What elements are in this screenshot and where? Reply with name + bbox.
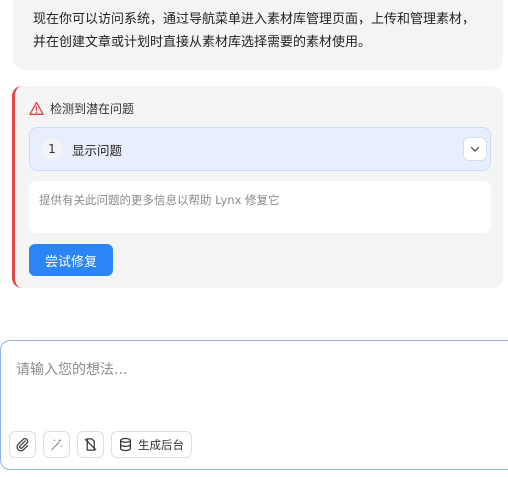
issue-selected-label: 显示问题: [72, 142, 123, 158]
issue-header-label: 检测到潜在问题: [50, 101, 135, 116]
issue-details-placeholder: 提供有关此问题的更多信息以帮助 Lynx 修复它: [39, 193, 280, 207]
issue-header: 检测到潜在问题: [29, 100, 134, 116]
chat-toolbar: 生成后台: [9, 431, 192, 458]
try-fix-button[interactable]: 尝试修复: [29, 244, 113, 276]
magic-button[interactable]: [43, 431, 70, 458]
warning-icon: [29, 101, 44, 116]
issue-index-badge: 1: [41, 138, 63, 160]
paperclip-icon: [16, 438, 29, 452]
issue-details-input[interactable]: 提供有关此问题的更多信息以帮助 Lynx 修复它: [29, 181, 491, 233]
assistant-message-text: 现在你可以访问系统，通过导航菜单进入素材库管理页面，上传和管理素材，并在创建文章…: [33, 12, 476, 50]
magic-wand-icon: [51, 438, 63, 451]
database-icon: [120, 437, 131, 452]
disabled-file-icon: [84, 438, 97, 451]
disable-context-button[interactable]: [77, 431, 104, 458]
issue-select[interactable]: 1 显示问题: [29, 127, 491, 171]
generate-backend-button[interactable]: 生成后台: [111, 431, 192, 458]
attach-button[interactable]: [9, 431, 36, 458]
chat-input-placeholder: 请输入您的想法...: [16, 362, 128, 378]
generate-backend-label: 生成后台: [138, 437, 184, 452]
issue-card: 检测到潜在问题 1 显示问题 提供有关此问题的更多信息以帮助 Lynx 修复它 …: [12, 86, 503, 288]
chat-page: 现在你可以访问系统，通过导航菜单进入素材库管理页面，上传和管理素材，并在创建文章…: [0, 0, 508, 477]
assistant-message: 现在你可以访问系统，通过导航菜单进入素材库管理页面，上传和管理素材，并在创建文章…: [13, 0, 503, 70]
expand-button[interactable]: [463, 137, 487, 161]
chat-input-box[interactable]: 请输入您的想法... 生成后台: [0, 340, 508, 470]
chevron-down-icon: [470, 146, 480, 152]
